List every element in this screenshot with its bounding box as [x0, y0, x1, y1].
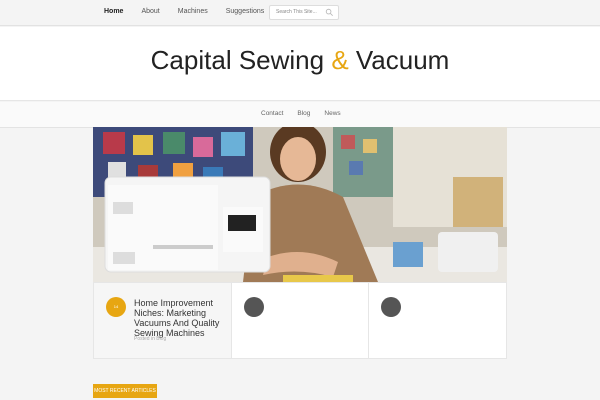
date-badge: 14: [106, 297, 126, 317]
hero-illustration: [93, 127, 507, 282]
site-logo[interactable]: Capital Sewing & Vacuum: [0, 45, 600, 76]
search-input[interactable]: Search This Site...: [269, 5, 339, 20]
nav-suggestions[interactable]: Suggestions: [226, 6, 265, 18]
date-badge: [381, 297, 402, 317]
nav-about[interactable]: About: [141, 6, 159, 18]
section-label: MOST RECENT ARTICLES: [93, 384, 157, 398]
search-icon[interactable]: [325, 8, 334, 17]
nav-contact[interactable]: Contact: [261, 110, 283, 117]
date-badge: [243, 297, 264, 317]
site-header: Capital Sewing & Vacuum: [0, 27, 600, 101]
nav-home[interactable]: Home: [104, 6, 123, 18]
search-placeholder: Search This Site...: [276, 9, 317, 15]
nav-machines[interactable]: Machines: [178, 6, 208, 18]
logo-text-2: Vacuum: [348, 45, 450, 75]
logo-text-1: Capital Sewing: [150, 45, 332, 75]
featured-card[interactable]: 14 Home Improvement Niches: Marketing Va…: [94, 283, 232, 358]
card-meta: Posted in Blog: [134, 336, 167, 342]
card-title[interactable]: Home Improvement Niches: Marketing Vacuu…: [134, 298, 229, 338]
nav-blog[interactable]: Blog: [297, 110, 310, 117]
nav-news[interactable]: News: [324, 110, 340, 117]
logo-ampersand: &: [331, 45, 349, 75]
featured-card[interactable]: [369, 283, 506, 358]
top-bar: Home About Machines Suggestions Search T…: [0, 0, 600, 26]
featured-card[interactable]: [232, 283, 370, 358]
hero-image[interactable]: [93, 127, 507, 282]
secondary-nav: Contact Blog News: [0, 102, 600, 128]
top-nav: Home About Machines Suggestions: [104, 6, 282, 18]
featured-cards: 14 Home Improvement Niches: Marketing Va…: [93, 282, 507, 359]
